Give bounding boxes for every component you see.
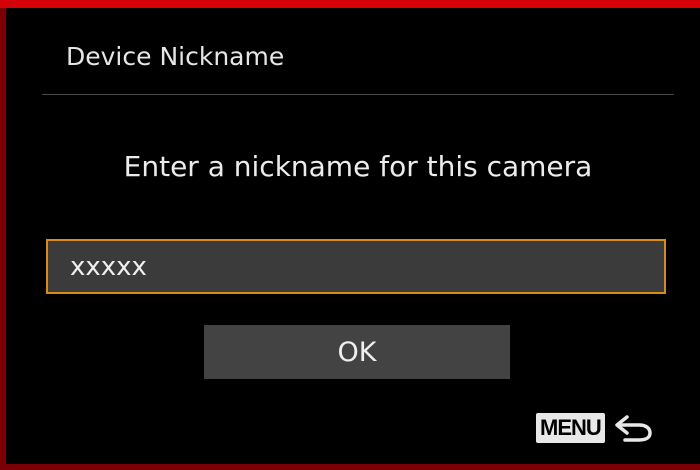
menu-button-icon: MENU — [536, 413, 605, 443]
nickname-input-value: xxxxx — [70, 251, 147, 282]
ok-button-label: OK — [337, 336, 377, 368]
nickname-prompt: Enter a nickname for this camera — [123, 150, 593, 183]
camera-screen: Device Nickname Enter a nickname for thi… — [0, 0, 700, 470]
ok-button[interactable]: OK — [204, 325, 510, 379]
page-title: Device Nickname — [66, 42, 285, 71]
menu-back-button[interactable]: MENU — [536, 410, 655, 446]
title-divider — [42, 94, 674, 95]
nickname-input[interactable]: xxxxx — [46, 239, 666, 294]
bottom-edge-bar — [0, 464, 700, 470]
left-edge-bar — [0, 8, 6, 470]
return-arrow-icon — [615, 415, 652, 442]
top-accent-bar — [0, 0, 700, 8]
